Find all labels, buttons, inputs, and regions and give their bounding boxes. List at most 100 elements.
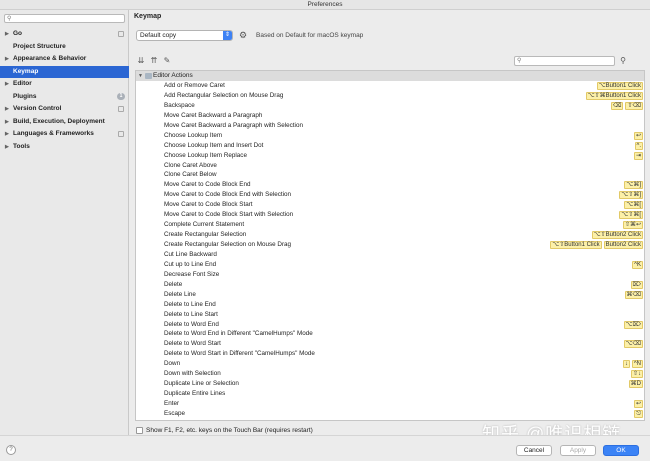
action-name: Duplicate Entire Lines [164, 390, 226, 398]
action-row[interactable]: Delete to Line Start [136, 310, 644, 320]
action-row[interactable]: Delete to Word Start ⌥⌫ [136, 339, 644, 349]
action-row[interactable]: Enter ↩ [136, 399, 644, 409]
touchbar-checkbox[interactable] [136, 426, 143, 434]
search-icon: ⚲ [7, 16, 12, 22]
action-row[interactable]: Complete Current Statement ⇧⌘↩ [136, 220, 644, 230]
touchbar-option[interactable]: Show F1, F2, etc. keys on the Touch Bar … [136, 426, 313, 435]
action-name: Complete Current Statement [164, 221, 245, 229]
sidebar-item-label: Go [13, 30, 23, 37]
sidebar-item-plugins[interactable]: Plugins 1 [0, 91, 129, 104]
shortcut-badge: ↩ [633, 400, 643, 408]
edit-icon[interactable]: ✎ [162, 56, 172, 66]
update-count-badge: 1 [117, 93, 125, 100]
action-row[interactable]: Move Caret Backward a Paragraph [136, 111, 644, 121]
action-row[interactable]: Delete to Line End [136, 300, 644, 310]
shortcut-list: ⇥ [633, 151, 643, 160]
action-row[interactable]: Delete to Word End ⌥⌦ [136, 320, 644, 330]
tree-group-label: Editor Actions [153, 72, 193, 79]
sidebar-item-editor[interactable]: ▶ Editor [0, 78, 129, 91]
chevron-right-icon[interactable]: ▶ [5, 116, 9, 129]
tree-group-row[interactable]: ▼ Editor Actions [136, 71, 644, 81]
action-row[interactable]: Create Rectangular Selection ⌥⇧Button2 Cl… [136, 230, 644, 240]
chevron-right-icon[interactable]: ▶ [5, 128, 9, 141]
action-row[interactable]: Duplicate Line or Selection ⌘D [136, 379, 644, 389]
action-row[interactable]: Delete ⌦ [136, 280, 644, 290]
action-row[interactable]: Move Caret to Code Block End with Select… [136, 190, 644, 200]
action-row[interactable]: Down with Selection ⇧↓ [136, 369, 644, 379]
sidebar-item-languages-frameworks[interactable]: ▶ Languages & Frameworks [0, 128, 129, 141]
action-name: Add or Remove Caret [164, 82, 225, 89]
chevron-right-icon[interactable]: ▶ [5, 28, 9, 41]
action-name: Choose Lookup Item [164, 131, 223, 139]
sidebar-item-version-control[interactable]: ▶ Version Control [0, 103, 129, 116]
action-row[interactable]: Move Caret to Code Block Start ⌥⌘[ [136, 200, 644, 210]
gear-icon[interactable]: ⚙ [239, 30, 247, 41]
chevron-right-icon[interactable]: ▶ [5, 103, 9, 116]
expand-all-icon[interactable]: ⇊ [136, 56, 146, 66]
shortcut-list: ⌥Button1 Click [596, 82, 643, 90]
action-row[interactable]: Delete to Word Start in Different "Camel… [136, 349, 644, 359]
action-row[interactable]: Move Caret to Code Block Start with Sele… [136, 210, 644, 220]
find-by-shortcut-icon[interactable]: ⚲ [618, 56, 628, 66]
cancel-button[interactable]: Cancel [516, 445, 552, 456]
action-row[interactable]: Create Rectangular Selection on Mouse Dr… [136, 240, 644, 250]
shortcut-list: ⌥⌫ [623, 340, 643, 349]
action-row[interactable]: Add Rectangular Selection on Mouse Drag ⌥… [136, 91, 644, 101]
action-row[interactable]: Delete Line ⌘⌫ [136, 290, 644, 300]
chevron-right-icon[interactable]: ▶ [5, 53, 9, 66]
sidebar-search-input[interactable]: ⚲ [4, 14, 125, 23]
shortcut-list: ⇧↓ [630, 370, 643, 379]
keymap-panel: Keymap Default copy ⇕ ⚙ Based on Default… [130, 10, 650, 435]
action-row[interactable]: Choose Lookup Item ↩ [136, 131, 644, 141]
chevron-updown-icon: ⇕ [223, 31, 232, 40]
shortcut-list: ↓ ^N [622, 360, 643, 369]
action-row[interactable]: Add or Remove Caret ⌥Button1 Click [136, 81, 644, 91]
sidebar-item-keymap[interactable]: Keymap [0, 65, 129, 78]
action-row[interactable]: Cut up to Line End ^K [136, 260, 644, 270]
sidebar-item-appearance-behavior[interactable]: ▶ Appearance & Behavior [0, 53, 129, 66]
action-row[interactable]: Escape ⎋ [136, 409, 644, 419]
sidebar-item-project-structure[interactable]: Project Structure [0, 41, 129, 54]
action-row[interactable]: Clone Caret Above [136, 161, 644, 171]
action-row[interactable]: Delete to Word End in Different "CamelHu… [136, 329, 644, 339]
ok-button[interactable]: OK [603, 445, 639, 456]
help-button[interactable]: ? [6, 445, 16, 455]
shortcut-badge: ⌥⇧Button1 Click [550, 241, 602, 249]
action-row[interactable]: Backspace ⌫ ⇧⌫ [136, 101, 644, 111]
shortcut-badge: ^. [634, 141, 643, 150]
collapse-all-icon[interactable]: ⇈ [149, 56, 159, 66]
action-row[interactable]: Down ↓ ^N [136, 359, 644, 369]
action-name: Clone Caret Above [164, 161, 217, 169]
action-name: Duplicate Line or Selection [164, 380, 239, 388]
action-name: Move Caret Backward a Paragraph [164, 111, 263, 119]
action-row[interactable]: Duplicate Entire Lines [136, 389, 644, 399]
action-name: Delete to Word End [164, 320, 219, 328]
shortcut-badge: ↩ [633, 131, 643, 140]
apply-button[interactable]: Apply [560, 445, 596, 456]
sidebar-item-label: Keymap [13, 67, 39, 75]
shortcut-badge: ⌥Button1 Click [596, 82, 643, 90]
action-row[interactable]: Decrease Font Size [136, 270, 644, 280]
sidebar-item-label: Editor [13, 80, 32, 87]
action-search-input[interactable]: ⚲ [514, 56, 615, 66]
shortcut-list: ⌥⌘] [624, 181, 643, 190]
chevron-down-icon[interactable]: ▼ [138, 71, 143, 81]
action-row[interactable]: Choose Lookup Item and Insert Dot ^. [136, 141, 644, 151]
sidebar-item-tools[interactable]: ▶ Tools [0, 141, 129, 154]
keymap-select[interactable]: Default copy ⇕ [136, 30, 233, 41]
action-row[interactable]: Cut Line Backward [136, 250, 644, 260]
keymap-tree: ▼ Editor Actions Add or Remove Caret ⌥But… [135, 70, 645, 421]
chevron-right-icon[interactable]: ▶ [5, 141, 9, 154]
action-row[interactable]: Clone Caret Below [136, 170, 644, 180]
action-row[interactable]: Move Caret Backward a Paragraph with Sel… [136, 121, 644, 131]
sidebar-item-go[interactable]: ▶ Go [0, 28, 129, 41]
action-row[interactable]: Move Caret to Code Block End ⌥⌘] [136, 180, 644, 190]
shortcut-list: ⌥⇧⌘Button1 Click [585, 91, 643, 100]
chevron-right-icon[interactable]: ▶ [5, 78, 9, 91]
shortcut-badge: ⌥⌫ [623, 340, 643, 349]
settings-sidebar: ⚲ ▶ Go Project Structure ▶ Appearance & Beha… [0, 10, 129, 435]
sidebar-item-build-execution-deployment[interactable]: ▶ Build, Execution, Deployment [0, 116, 129, 129]
action-row[interactable]: Choose Lookup Item Replace ⇥ [136, 151, 644, 161]
shortcut-badge: ⌥⇧⌘[ [619, 211, 643, 220]
shortcut-badge: ↓ [622, 360, 630, 369]
